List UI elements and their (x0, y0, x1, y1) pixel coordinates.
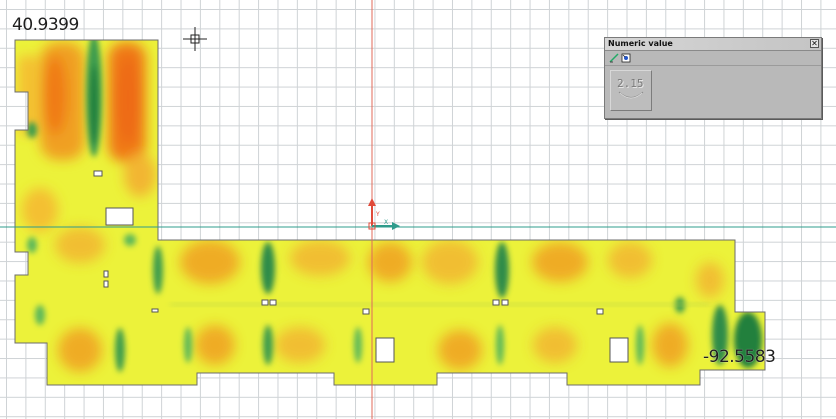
opening (269, 299, 277, 306)
close-button[interactable]: ✕ (810, 39, 819, 48)
opening (103, 270, 109, 278)
dialog-title: Numeric value (608, 39, 673, 48)
opening (375, 337, 395, 363)
numeric-value-dialog[interactable]: Numeric value ✕ 2.15 (604, 37, 822, 119)
opening (103, 280, 109, 288)
opening (596, 308, 604, 315)
opening (609, 337, 629, 363)
crosshair-cursor-icon (183, 27, 207, 51)
ucs-icon: Y X (368, 198, 400, 230)
numeric-value: 2.15 (617, 77, 644, 90)
opening (151, 308, 159, 313)
dialog-toolbar (605, 51, 821, 66)
settings-icon[interactable] (621, 53, 631, 63)
svg-text:X: X (384, 219, 388, 226)
dialog-titlebar[interactable]: Numeric value ✕ (605, 38, 821, 51)
draw-icon[interactable] (609, 53, 619, 63)
min-value-label: -92.5583 (703, 347, 776, 367)
opening (93, 170, 103, 177)
opening (261, 299, 269, 306)
opening (501, 299, 509, 306)
opening (105, 207, 134, 226)
value-arc-icon (618, 91, 644, 99)
svg-text:Y: Y (375, 211, 380, 218)
max-value-label: 40.9399 (12, 15, 79, 35)
opening (492, 299, 500, 306)
opening (362, 308, 370, 315)
numeric-value-button[interactable]: 2.15 (610, 70, 652, 111)
